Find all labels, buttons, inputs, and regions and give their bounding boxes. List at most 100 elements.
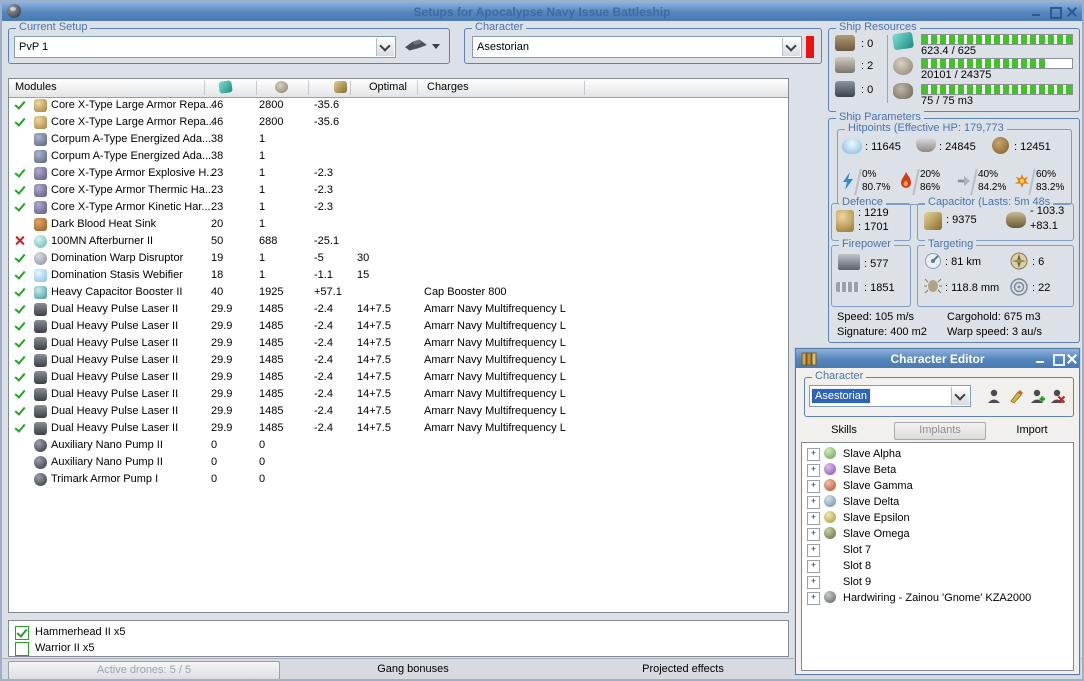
tab-import[interactable]: Import [992,424,1072,436]
add-character-button[interactable] [1029,388,1045,404]
module-row[interactable]: Heavy Capacitor Booster II 40 1925 +57.1 Cap… [9,284,787,301]
firepower-panel: Firepower : 577 : 1851 [831,238,911,307]
module-row[interactable]: 100MN Afterburner II 50 688 -25.1 [9,233,787,250]
launcher-count: : 2 [861,60,874,72]
drone-row[interactable]: Hammerhead II x5 [9,624,788,640]
module-row[interactable]: Dark Blood Heat Sink 20 1 [9,216,787,233]
max-targets: : 6 [1032,256,1045,268]
expand-icon[interactable]: + [807,480,820,493]
implant-row[interactable]: + Slave Delta [802,494,1073,510]
module-row[interactable]: Dual Heavy Pulse Laser II 29.9 1485 -2.4 14+… [9,318,787,335]
module-row[interactable]: Dual Heavy Pulse Laser II 29.9 1485 -2.4 14+… [9,335,787,352]
module-row[interactable]: Dual Heavy Pulse Laser II 29.9 1485 -2.4 14+… [9,386,787,403]
shield-icon [842,138,862,154]
col-charges[interactable]: Charges [427,81,469,93]
module-row[interactable]: Corpum A-Type Energized Ada... 38 1 [9,131,787,148]
capacitor-icon[interactable] [334,81,347,93]
module-row[interactable]: Dual Heavy Pulse Laser II 29.9 1485 -2.4 14+… [9,352,787,369]
structure-icon [992,137,1009,154]
expand-icon[interactable]: + [807,448,820,461]
expand-icon[interactable]: + [807,528,820,541]
delete-character-button[interactable] [1049,388,1065,404]
laser-module-icon [34,371,47,384]
implant-head-icon [824,447,836,459]
ship-icon[interactable] [404,37,428,53]
module-row[interactable]: Auxiliary Nano Pump II 0 0 [9,437,787,454]
implant-row[interactable]: + Slave Alpha [802,446,1073,462]
resist-effective: 83.2% [1036,182,1065,193]
module-row[interactable]: Dual Heavy Pulse Laser II 29.9 1485 -2.4 14+… [9,420,787,437]
view-character-button[interactable] [986,388,1002,404]
col-optimal[interactable]: Optimal [369,81,407,93]
module-row[interactable]: Dual Heavy Pulse Laser II 29.9 1485 -2.4 14+… [9,403,787,420]
implant-label: Slave Beta [843,464,897,476]
tab-implants[interactable]: Implants [894,422,986,440]
module-row[interactable]: Domination Stasis Webifier 18 1 -1.1 15 [9,267,787,284]
module-cpu: 29.9 [211,337,233,349]
module-cpu: 38 [211,133,224,145]
character-select-arrow[interactable] [782,38,800,56]
gang-bonuses-button[interactable]: Gang bonuses [278,662,548,678]
expand-icon[interactable]: + [807,464,820,477]
setup-select[interactable]: PvP 1 [14,36,396,58]
module-row[interactable]: Core X-Type Armor Explosive H... 23 1 -2.3 [9,165,787,182]
module-row[interactable]: Core X-Type Large Armor Repa... 46 2800 -35… [9,97,787,114]
module-row[interactable]: Core X-Type Armor Thermic Ha... 23 1 -2.3 [9,182,787,199]
drone-list: Hammerhead II x5 Warrior II x5 [8,620,789,657]
ce-maximize-button[interactable] [1051,353,1065,366]
drone-row[interactable]: Warrior II x5 [9,640,788,656]
implant-row[interactable]: + Slave Beta [802,462,1073,478]
expand-icon[interactable]: + [807,560,820,573]
setup-select-arrow[interactable] [376,38,394,56]
module-name: Core X-Type Armor Explosive H... [51,167,216,179]
module-row[interactable]: Trimark Armor Pump I 0 0 [9,471,787,488]
implant-row[interactable]: + Slot 8 [802,558,1073,574]
drone-checkbox[interactable] [15,642,29,656]
module-row[interactable]: Auxiliary Nano Pump II 0 0 [9,454,787,471]
fitted-check-icon [14,183,26,195]
projected-effects-button[interactable]: Projected effects [548,662,818,678]
fitted-check-icon [14,404,26,416]
col-modules[interactable]: Modules [15,81,57,93]
implant-row[interactable]: + Slot 9 [802,574,1073,590]
module-row[interactable]: Corpum A-Type Energized Ada... 38 1 [9,148,787,165]
radar-icon [924,252,942,270]
resist-kinetic: 40% 84.2% [956,168,1012,198]
cpu-bar [921,34,1073,45]
expand-icon[interactable]: + [807,512,820,525]
expand-icon[interactable]: + [807,544,820,557]
implant-row[interactable]: + Slave Omega [802,526,1073,542]
ce-character-select[interactable]: Asestorian [809,385,971,407]
module-charge: Amarr Navy Multifrequency L [424,422,566,434]
character-select[interactable]: Asestorian [472,36,802,58]
modules-table-header: Modules Optimal Charges [9,79,788,98]
cpu-icon[interactable] [218,80,233,94]
ce-minimize-button[interactable] [1034,353,1047,365]
rename-character-button[interactable] [1008,388,1024,404]
turret-icon [838,254,860,270]
module-charge: Amarr Navy Multifrequency L [424,354,566,366]
expand-icon[interactable]: + [807,496,820,509]
active-drones-button[interactable]: Active drones: 5 / 5 [8,661,280,680]
drone-checkbox[interactable] [15,626,29,640]
implant-row[interactable]: + Slot 7 [802,542,1073,558]
expand-icon[interactable]: + [807,576,820,589]
module-row[interactable]: Core X-Type Large Armor Repa... 46 2800 -35… [9,114,787,131]
module-row[interactable]: Dual Heavy Pulse Laser II 29.9 1485 -2.4 14+… [9,369,787,386]
tab-skills[interactable]: Skills [796,424,892,436]
minimize-button[interactable] [1030,6,1043,18]
module-name: 100MN Afterburner II [51,235,154,247]
module-row[interactable]: Domination Warp Disruptor 19 1 -5 30 [9,250,787,267]
ship-menu-arrow-icon[interactable] [432,44,440,53]
fitted-check-icon [14,251,26,263]
ce-character-select-arrow[interactable] [951,387,969,405]
module-row[interactable]: Dual Heavy Pulse Laser II 29.9 1485 -2.4 14+… [9,301,787,318]
implant-row[interactable]: + Slave Epsilon [802,510,1073,526]
module-row[interactable]: Core X-Type Armor Kinetic Har... 23 1 -2.3 [9,199,787,216]
maximize-button[interactable] [1048,6,1062,19]
implant-row[interactable]: + Slave Gamma [802,478,1073,494]
warp-speed-text: Warp speed: 3 au/s [947,326,1042,338]
implant-row[interactable]: + Hardwiring - Zainou 'Gnome' KZA2000 [802,590,1073,606]
expand-icon[interactable]: + [807,592,820,605]
powergrid-icon[interactable] [275,81,288,93]
